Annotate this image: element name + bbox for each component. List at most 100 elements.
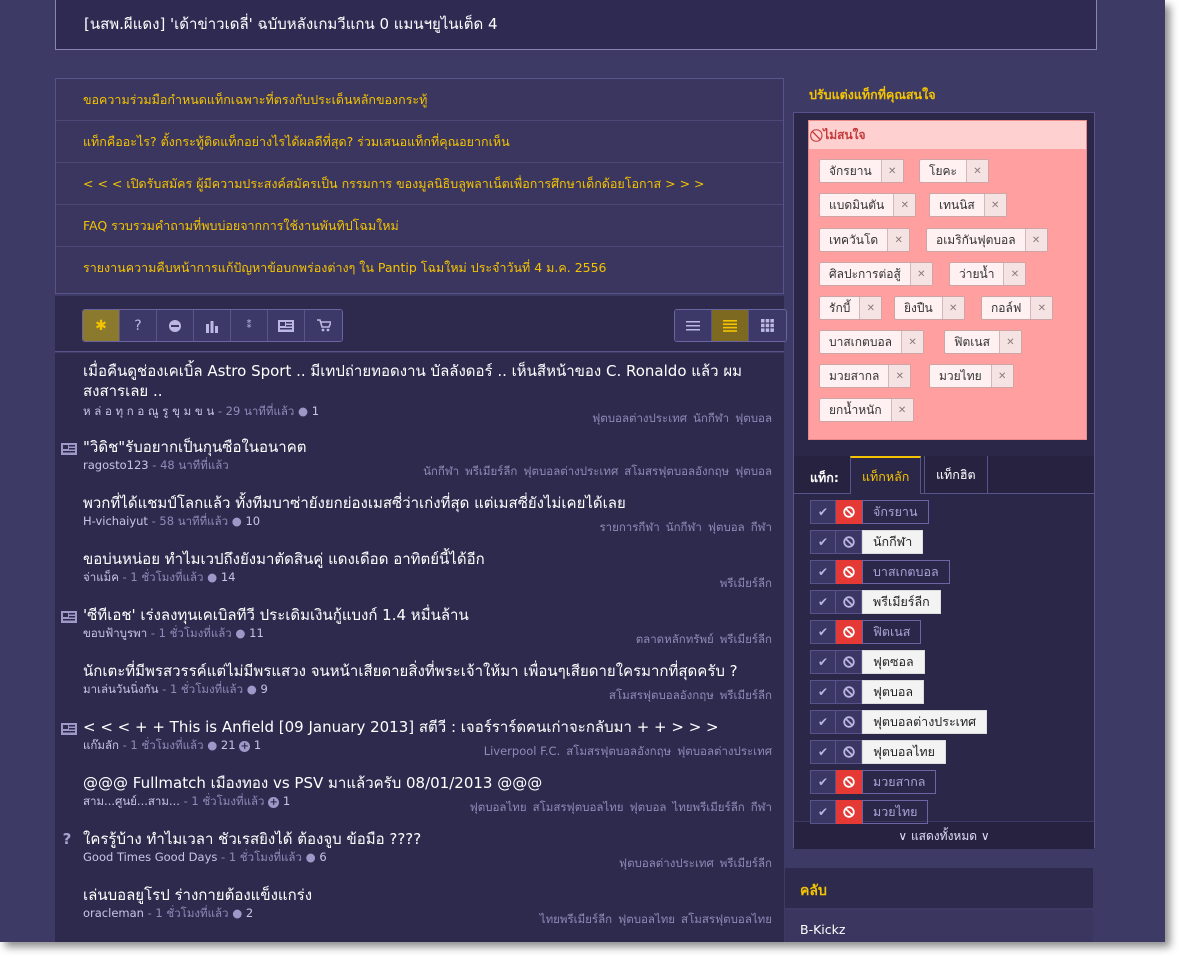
remove-icon[interactable]: ✕ — [983, 194, 1006, 216]
topic-tag-link[interactable]: ไทยพรีเมียร์ลีก — [540, 912, 612, 926]
remove-icon[interactable]: ✕ — [893, 194, 916, 216]
topic-title-link[interactable]: 'ซีทีเอช' เร่งลงทุนเคเบิลทีวี ประเดิมเงิ… — [83, 605, 772, 625]
topic-tag-link[interactable]: สโมสรฟุตบอลอังกฤษ — [566, 744, 671, 758]
announcement-link[interactable]: แท็กคืออะไร? ตั้งกระทู้ติดแท็กอย่างไรได้… — [56, 121, 783, 163]
topic-tag-link[interactable]: พรีเมียร์ลีก — [465, 464, 517, 478]
topic-row[interactable]: 'ซีทีเอช' เร่งลงทุนเคเบิลทีวี ประเดิมเงิ… — [55, 605, 784, 655]
topic-tag-link[interactable]: สโมสรฟุตบอลไทย — [681, 912, 772, 926]
check-icon[interactable]: ✔ — [810, 590, 836, 614]
topic-title-link[interactable]: ใครรู้บ้าง ทำไมเวลา ชัวเรสยิงได้ ต้องจูบ… — [83, 829, 772, 849]
topic-row[interactable]: < < < + + This is Anfield [09 January 20… — [55, 717, 784, 767]
announcement-link[interactable]: < < < เปิดรับสมัคร ผู้มีความประสงค์สมัคร… — [56, 163, 783, 205]
ban-icon[interactable] — [836, 530, 862, 554]
ban-icon[interactable] — [836, 650, 862, 674]
tag-name[interactable]: จักรยาน — [862, 500, 929, 524]
cart-icon[interactable] — [305, 310, 342, 341]
remove-icon[interactable]: ✕ — [901, 331, 924, 353]
topic-tag-link[interactable]: รายการกีฬา — [599, 520, 659, 534]
topic-tag-link[interactable]: ฟุตบอลต่างประเทศ — [523, 464, 618, 478]
remove-icon[interactable]: ✕ — [998, 331, 1021, 353]
topic-tag-link[interactable]: พรีเมียร์ลีก — [720, 856, 772, 870]
topic-author[interactable]: Good Times Good Days — [83, 850, 217, 864]
tag-name[interactable]: ฟุตบอล — [862, 680, 925, 704]
check-icon[interactable]: ✔ — [810, 710, 836, 734]
ban-icon[interactable] — [836, 560, 862, 584]
topic-tag-link[interactable]: กีฬา — [751, 520, 772, 534]
topic-title-link[interactable]: @@@ Fullmatch เมืองทอง vs PSV มาแล้วครับ… — [83, 773, 772, 793]
check-icon[interactable]: ✔ — [810, 650, 836, 674]
topic-title-link[interactable]: เมื่อคืนดูช่องเคเบิ้ล Astro Sport .. มีเ… — [83, 361, 772, 401]
announcement-link[interactable]: FAQ รวบรวมคำถามที่พบบ่อยจากการใช้งานพันท… — [56, 205, 783, 247]
remove-icon[interactable]: ✕ — [880, 160, 903, 182]
topic-title-link[interactable]: เล่นบอลยูโรป ร่างกายต้องแข็งแกร่ง — [83, 885, 772, 905]
club-item[interactable]: B-Kickz — [785, 910, 1093, 942]
remove-icon[interactable]: ✕ — [859, 297, 882, 319]
remove-icon[interactable]: ✕ — [887, 229, 910, 251]
tab-main-tags[interactable]: แท็กหลัก — [850, 456, 922, 494]
tag-name[interactable]: ฟิตเนส — [862, 620, 922, 644]
topic-tag-link[interactable]: ฟุตบอล — [630, 800, 667, 814]
topic-tag-link[interactable]: ฟุตบอลไทย — [618, 912, 675, 926]
announcement-link[interactable]: รายงานความคืบหน้าการแก้ปัญหาข้อบกพร่องต่… — [56, 247, 783, 289]
ban-icon[interactable] — [836, 710, 862, 734]
tag-name[interactable]: มวยสากล — [862, 770, 937, 794]
remove-icon[interactable]: ✕ — [888, 365, 911, 387]
tag-name[interactable]: บาสเกตบอล — [862, 560, 950, 584]
announcement-link[interactable]: ขอความร่วมมือกำหนดแท็กเฉพาะที่ตรงกับประเ… — [56, 79, 783, 121]
topic-title-link[interactable]: < < < + + This is Anfield [09 January 20… — [83, 717, 772, 737]
tag-name[interactable]: ฟุตซอล — [862, 650, 925, 674]
ban-icon[interactable] — [836, 500, 862, 524]
topic-author[interactable]: oracleman — [83, 906, 144, 920]
topic-tag-link[interactable]: ไทยพรีเมียร์ลีก — [672, 800, 744, 814]
news-icon[interactable] — [268, 310, 305, 341]
tag-name[interactable]: ฟุตบอลต่างประเทศ — [862, 710, 988, 734]
topic-tag-link[interactable]: ฟุตบอล — [735, 464, 772, 478]
topic-row[interactable]: พวกที่ได้แชมป์โลกแล้ว ทั้งทีมบาซ่ายังยกย… — [55, 493, 784, 543]
topic-tag-link[interactable]: ฟุตบอลต่างประเทศ — [619, 856, 714, 870]
topic-tag-link[interactable]: ฟุตบอลไทย — [470, 800, 527, 814]
chat-icon[interactable] — [157, 310, 194, 341]
tag-name[interactable]: พรีเมียร์ลีก — [862, 590, 941, 614]
asterisk-icon[interactable]: ✱ — [83, 310, 120, 341]
sparkle-icon[interactable]: ⁑ — [231, 310, 268, 341]
grid-view-icon[interactable] — [749, 310, 786, 341]
ban-icon[interactable] — [836, 740, 862, 764]
check-icon[interactable]: ✔ — [810, 680, 836, 704]
topic-tag-link[interactable]: พรีเมียร์ลีก — [720, 632, 772, 646]
remove-icon[interactable]: ✕ — [1024, 229, 1047, 251]
topic-tag-link[interactable]: นักกีฬา — [423, 464, 459, 478]
topic-author[interactable]: สาม...ศูนย์...สาม... — [83, 794, 180, 808]
topic-tag-link[interactable]: ฟุตบอล — [708, 520, 745, 534]
topic-tag-link[interactable]: สโมสรฟุตบอลอังกฤษ — [624, 464, 729, 478]
check-icon[interactable]: ✔ — [810, 530, 836, 554]
topic-author[interactable]: จ่าแม็ค — [83, 570, 119, 584]
topic-author[interactable]: แก๊มลัก — [83, 738, 119, 752]
ban-icon[interactable] — [836, 590, 862, 614]
topic-title-link[interactable]: "วิดิช"รับอยากเป็นกุนซือในอนาคต — [83, 437, 772, 457]
ban-icon[interactable] — [836, 680, 862, 704]
topic-author[interactable]: ragosto123 — [83, 458, 149, 472]
topic-tag-link[interactable]: ตลาดหลักทรัพย์ — [636, 632, 714, 646]
topic-row[interactable]: เมื่อคืนดูช่องเคเบิ้ล Astro Sport .. มีเ… — [55, 361, 784, 433]
remove-icon[interactable]: ✕ — [909, 263, 932, 285]
check-icon[interactable]: ✔ — [810, 770, 836, 794]
ban-icon[interactable] — [836, 770, 862, 794]
topic-tag-link[interactable]: กีฬา — [751, 800, 772, 814]
topic-author[interactable]: H-vichaiyut — [83, 514, 148, 528]
topic-tag-link[interactable]: สโมสรฟุตบอลไทย — [533, 800, 624, 814]
topic-tag-link[interactable]: นักกีฬา — [693, 411, 729, 425]
remove-icon[interactable]: ✕ — [990, 365, 1013, 387]
remove-icon[interactable]: ✕ — [965, 160, 988, 182]
topic-author[interactable]: มาเล่นวันนิ่งกัน — [83, 682, 159, 696]
remove-icon[interactable]: ✕ — [941, 297, 964, 319]
topic-row[interactable]: ขอบ่นหน่อย ทำไมเวปถึงยังมาตัดสินคู่ แดงเ… — [55, 549, 784, 599]
ban-icon[interactable] — [836, 800, 862, 824]
tag-name[interactable]: นักกีฬา — [862, 530, 924, 554]
topic-tag-link[interactable]: พรีเมียร์ลีก — [720, 688, 772, 702]
tag-name[interactable]: ฟุตบอลไทย — [862, 740, 946, 764]
ban-icon[interactable] — [836, 620, 862, 644]
compact-view-icon[interactable] — [712, 310, 749, 341]
topic-row[interactable]: นักเตะที่มีพรสวรรค์แต่ไม่มีพรแสวง จนหน้า… — [55, 661, 784, 711]
topic-tag-link[interactable]: ฟุตบอล — [735, 411, 772, 425]
tag-name[interactable]: มวยไทย — [862, 800, 929, 824]
